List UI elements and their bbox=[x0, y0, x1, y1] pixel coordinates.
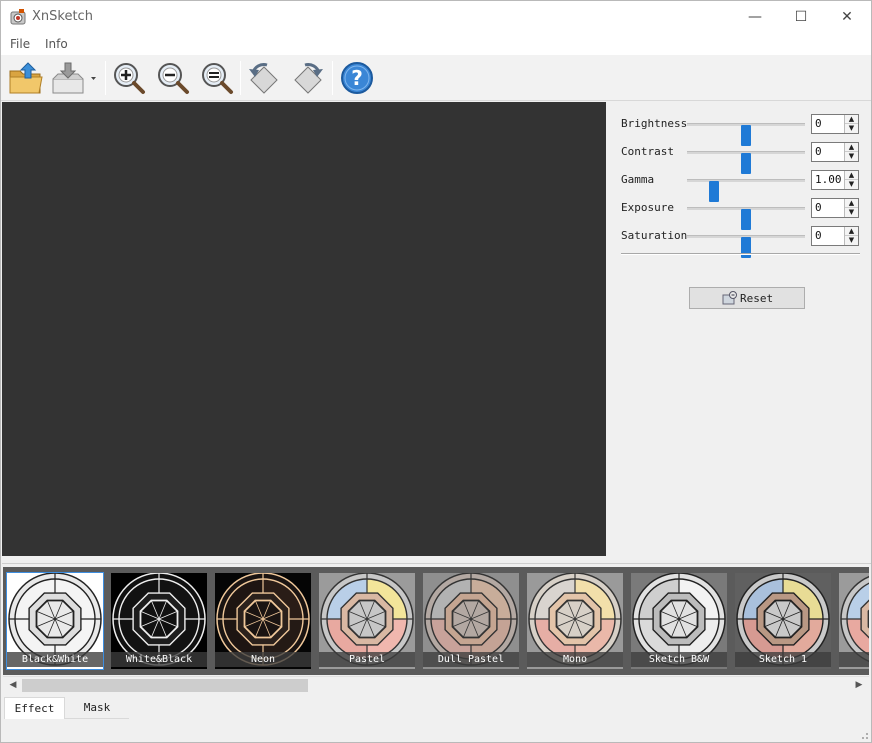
scroll-left-icon[interactable]: ◀ bbox=[5, 678, 21, 693]
saturation-spinbox[interactable]: 0 ▲ ▼ bbox=[811, 226, 859, 246]
contrast-value[interactable]: 0 bbox=[815, 145, 822, 158]
help-icon: ? bbox=[341, 62, 373, 94]
resize-grip-icon[interactable] bbox=[859, 730, 869, 740]
contrast-slider[interactable] bbox=[687, 151, 805, 174]
zoom-in-icon bbox=[114, 63, 145, 94]
saturation-slider[interactable] bbox=[687, 235, 805, 258]
effects-scrollbar[interactable]: ◀ ▶ bbox=[3, 676, 869, 693]
reset-icon bbox=[722, 291, 737, 305]
scrollbar-thumb[interactable] bbox=[22, 679, 308, 692]
rotate-left-icon bbox=[249, 63, 278, 94]
zoom-fit-icon bbox=[202, 63, 233, 94]
gamma-value[interactable]: 1.00 bbox=[815, 173, 842, 186]
window-title: XnSketch bbox=[32, 9, 93, 24]
contrast-label: Contrast bbox=[621, 145, 674, 158]
toolbar: ? bbox=[1, 55, 871, 101]
effect-thumbnail[interactable]: Neon bbox=[215, 573, 311, 669]
effect-label: White&Black bbox=[111, 652, 207, 667]
tab-effect[interactable]: Effect bbox=[4, 697, 65, 719]
brightness-spinbox[interactable]: 0 ▲ ▼ bbox=[811, 114, 859, 134]
effect-thumbnail[interactable]: White&Black bbox=[111, 573, 207, 669]
brightness-value[interactable]: 0 bbox=[815, 117, 822, 130]
effect-label: S bbox=[839, 652, 869, 667]
zoom-fit-button[interactable] bbox=[197, 59, 237, 97]
panel-divider bbox=[621, 253, 860, 255]
saturation-value[interactable]: 0 bbox=[815, 229, 822, 242]
saturation-row: Saturation 0 ▲ ▼ bbox=[621, 225, 861, 258]
brightness-row: Brightness 0 ▲ ▼ bbox=[621, 113, 861, 146]
menu-bar: File Info bbox=[1, 33, 871, 55]
save-icon bbox=[52, 62, 96, 94]
spin-down-icon[interactable]: ▼ bbox=[845, 208, 858, 217]
svg-text:?: ? bbox=[351, 66, 363, 90]
effect-thumbnail[interactable]: Sketch B&W bbox=[631, 573, 727, 669]
rotate-left-button[interactable] bbox=[244, 59, 284, 97]
menu-file[interactable]: File bbox=[10, 37, 30, 51]
app-window: XnSketch — ☐ ✕ File Info ? Brightness 0 … bbox=[0, 0, 872, 743]
effect-thumbnail[interactable]: Black&White bbox=[6, 572, 104, 670]
reset-label: Reset bbox=[740, 292, 774, 305]
brightness-label: Brightness bbox=[621, 117, 688, 130]
spin-up-icon[interactable]: ▲ bbox=[845, 115, 858, 124]
exposure-slider[interactable] bbox=[687, 207, 805, 230]
exposure-value[interactable]: 0 bbox=[815, 201, 822, 214]
tab-mask[interactable]: Mask bbox=[65, 697, 129, 719]
minimize-button[interactable]: — bbox=[732, 1, 778, 33]
effect-label: Dull Pastel bbox=[423, 652, 519, 667]
spin-down-icon[interactable]: ▼ bbox=[845, 152, 858, 161]
effect-thumbnail[interactable]: Sketch 1 bbox=[735, 573, 831, 669]
zoom-out-icon bbox=[158, 63, 189, 94]
brightness-slider[interactable] bbox=[687, 123, 805, 146]
rotate-right-icon bbox=[294, 63, 323, 94]
spin-up-icon[interactable]: ▲ bbox=[845, 199, 858, 208]
zoom-in-button[interactable] bbox=[109, 59, 149, 97]
close-button[interactable]: ✕ bbox=[824, 1, 870, 33]
spin-down-icon[interactable]: ▼ bbox=[845, 180, 858, 189]
saturation-label: Saturation bbox=[621, 229, 688, 242]
zoom-out-button[interactable] bbox=[153, 59, 193, 97]
bottom-tabs: Effect Mask bbox=[2, 695, 871, 742]
menu-info[interactable]: Info bbox=[45, 37, 68, 51]
maximize-button[interactable]: ☐ bbox=[778, 1, 824, 33]
rotate-right-button[interactable] bbox=[288, 59, 328, 97]
app-logo-icon bbox=[10, 9, 26, 25]
help-button[interactable]: ? bbox=[337, 59, 377, 97]
effect-label: Pastel bbox=[319, 652, 415, 667]
exposure-label: Exposure bbox=[621, 201, 674, 214]
gamma-spinbox[interactable]: 1.00 ▲ ▼ bbox=[811, 170, 859, 190]
effect-label: Sketch 1 bbox=[735, 652, 831, 667]
title-bar: XnSketch — ☐ ✕ bbox=[1, 1, 871, 33]
effect-label: Mono bbox=[527, 652, 623, 667]
gamma-slider[interactable] bbox=[687, 179, 805, 202]
contrast-spinbox[interactable]: 0 ▲ ▼ bbox=[811, 142, 859, 162]
effect-thumbnail[interactable]: S bbox=[839, 573, 869, 669]
exposure-row: Exposure 0 ▲ ▼ bbox=[621, 197, 861, 230]
adjustments-panel: Brightness 0 ▲ ▼ Contrast 0 ▲ ▼ Gamma 1.… bbox=[607, 102, 871, 556]
effects-strip: Black&White White&Black Neon Pastel Dull… bbox=[3, 567, 869, 675]
effect-label: Black&White bbox=[7, 652, 103, 667]
exposure-spinbox[interactable]: 0 ▲ ▼ bbox=[811, 198, 859, 218]
gamma-label: Gamma bbox=[621, 173, 655, 186]
gamma-row: Gamma 1.00 ▲ ▼ bbox=[621, 169, 861, 202]
contrast-row: Contrast 0 ▲ ▼ bbox=[621, 141, 861, 174]
effect-thumbnail[interactable]: Dull Pastel bbox=[423, 573, 519, 669]
spin-up-icon[interactable]: ▲ bbox=[845, 227, 858, 236]
reset-button[interactable]: Reset bbox=[689, 287, 805, 309]
scroll-right-icon[interactable]: ▶ bbox=[851, 678, 867, 693]
save-button[interactable] bbox=[50, 59, 102, 97]
spin-up-icon[interactable]: ▲ bbox=[845, 143, 858, 152]
effect-label: Neon bbox=[215, 652, 311, 667]
spin-down-icon[interactable]: ▼ bbox=[845, 124, 858, 133]
open-button[interactable] bbox=[6, 59, 46, 97]
effect-thumbnail[interactable]: Mono bbox=[527, 573, 623, 669]
spin-up-icon[interactable]: ▲ bbox=[845, 171, 858, 180]
spin-down-icon[interactable]: ▼ bbox=[845, 236, 858, 245]
open-folder-icon bbox=[9, 62, 43, 94]
image-canvas[interactable] bbox=[2, 102, 606, 556]
effect-thumbnail[interactable]: Pastel bbox=[319, 573, 415, 669]
effect-label: Sketch B&W bbox=[631, 652, 727, 667]
